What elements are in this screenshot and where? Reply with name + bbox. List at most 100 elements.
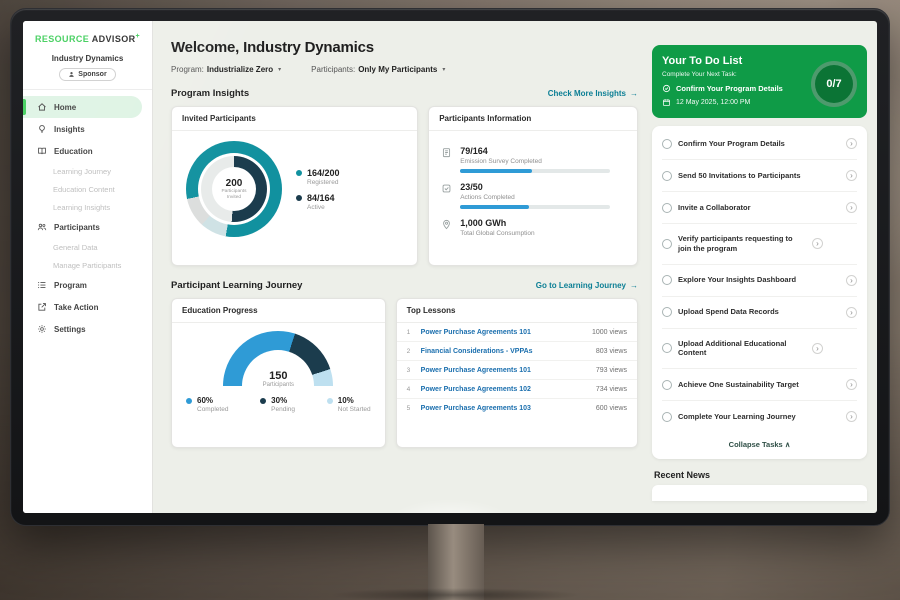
sidebar-item-label: Education [54,147,93,156]
lesson-row[interactable]: 2 Financial Considerations - VPPAs 803 v… [397,342,637,361]
lesson-rank: 4 [407,386,414,393]
sidebar-item-education[interactable]: Education [23,140,152,162]
chevron-right-icon[interactable]: › [812,238,823,249]
info-row: 79/164 Emission Survey Completed [441,146,625,173]
participants-label: Participants: [311,65,355,74]
task-row[interactable]: Achieve One Sustainability Target › [662,369,857,401]
legend-value: 30% [271,396,287,405]
arrow-right-icon: → [630,89,638,98]
lesson-link[interactable]: Power Purchase Agreements 103 [421,405,589,412]
sidebar-item-label: Home [54,103,76,112]
donut-center-value: 200 [226,178,243,189]
sidebar-item-participants[interactable]: Participants [23,216,152,238]
info-row: 23/50 Actions Completed [441,182,625,209]
sponsor-badge-label: Sponsor [78,71,106,78]
legend-value: 84/164 [307,193,335,203]
task-checkbox[interactable] [662,139,672,149]
check-more-insights-link[interactable]: Check More Insights → [548,89,638,98]
sidebar-item-learning-insights[interactable]: Learning Insights [23,198,152,216]
lesson-views: 734 views [596,386,627,393]
lesson-link[interactable]: Financial Considerations - VPPAs [421,348,589,355]
org-name: Industry Dynamics [23,54,152,63]
sidebar-item-settings[interactable]: Settings [23,318,152,340]
task-label: Verify participants requesting to join t… [678,234,806,254]
task-row[interactable]: Explore Your Insights Dashboard › [662,265,857,297]
task-checkbox[interactable] [662,203,672,213]
sidebar-item-label: Settings [54,325,86,334]
sponsor-badge[interactable]: Sponsor [59,68,115,81]
lesson-link[interactable]: Power Purchase Agreements 101 [421,329,585,336]
info-value: 79/164 [460,146,610,156]
collapse-tasks-link[interactable]: Collapse Tasks ∧ [662,432,857,455]
task-row[interactable]: Invite a Collaborator › [662,192,857,224]
chevron-right-icon[interactable]: › [846,307,857,318]
chevron-right-icon[interactable]: › [846,379,857,390]
lesson-rank: 2 [407,348,414,355]
chevron-right-icon[interactable]: › [812,343,823,354]
donut-center: 200 Participants Invited [212,167,256,211]
task-label: Complete Your Learning Journey [678,412,840,422]
sidebar-item-learning-journey[interactable]: Learning Journey [23,162,152,180]
legend-value: 60% [197,396,213,405]
legend-label: Active [307,204,340,211]
logo-plus: + [136,33,141,40]
go-to-learning-journey-link[interactable]: Go to Learning Journey → [536,281,638,290]
book-icon [37,146,47,156]
lesson-link[interactable]: Power Purchase Agreements 102 [421,386,589,393]
task-checkbox[interactable] [662,343,672,353]
insights-cards-row: Invited Participants 200 Participants In… [171,106,638,266]
task-checkbox[interactable] [662,412,672,422]
section-title: Participant Learning Journey [171,280,302,291]
task-row[interactable]: Send 50 Invitations to Participants › [662,160,857,192]
sidebar-item-manage-participants[interactable]: Manage Participants [23,256,152,274]
lesson-row[interactable]: 5 Power Purchase Agreements 103 600 view… [397,399,637,417]
chevron-right-icon[interactable]: › [846,275,857,286]
task-checkbox[interactable] [662,171,672,181]
task-row[interactable]: Upload Additional Educational Content › [662,329,857,370]
lesson-link[interactable]: Power Purchase Agreements 101 [421,367,589,374]
todo-due-label: 12 May 2025, 12:00 PM [676,99,750,106]
sidebar-item-take-action[interactable]: Take Action [23,296,152,318]
task-row[interactable]: Verify participants requesting to join t… [662,224,857,265]
page-title: Welcome, Industry Dynamics [171,39,638,56]
chevron-right-icon[interactable]: › [846,170,857,181]
lesson-row[interactable]: 1 Power Purchase Agreements 101 1000 vie… [397,323,637,342]
gauge-center: 150 Participants [223,370,333,388]
sidebar-item-education-content[interactable]: Education Content [23,180,152,198]
legend-item: 164/200 Registered [296,168,340,186]
task-checkbox[interactable] [662,307,672,317]
program-value: Industrialize Zero [207,65,273,74]
gauge-center-label: Participants [223,382,333,388]
sidebar-item-label: Manage Participants [53,261,121,270]
task-row[interactable]: Confirm Your Program Details › [662,128,857,160]
task-checkbox[interactable] [662,380,672,390]
learning-cards-row: Education Progress 150 Participants [171,298,638,448]
card-title: Education Progress [172,299,385,323]
survey-icon [441,147,452,158]
program-select[interactable]: Program: Industrialize Zero ▾ [171,65,281,74]
sidebar-item-home[interactable]: Home [23,96,142,118]
task-row[interactable]: Upload Spend Data Records › [662,297,857,329]
info-value: 1,000 GWh [460,218,534,228]
chevron-right-icon[interactable]: › [846,411,857,422]
task-row[interactable]: Complete Your Learning Journey › [662,401,857,432]
chevron-right-icon[interactable]: › [846,138,857,149]
location-pin-icon [441,219,452,230]
list-icon [37,280,47,290]
people-icon [37,222,47,232]
task-label: Invite a Collaborator [678,203,840,213]
lesson-row[interactable]: 3 Power Purchase Agreements 101 793 view… [397,361,637,380]
sidebar-item-general-data[interactable]: General Data [23,238,152,256]
chevron-right-icon[interactable]: › [846,202,857,213]
bulb-icon [37,124,47,134]
participants-select[interactable]: Participants: Only My Participants ▾ [311,65,445,74]
sidebar-item-insights[interactable]: Insights [23,118,152,140]
todo-progress-ring[interactable]: 0/7 [811,61,857,107]
task-checkbox[interactable] [662,275,672,285]
sidebar-item-program[interactable]: Program [23,274,152,296]
main-content: Welcome, Industry Dynamics Program: Indu… [153,21,652,513]
link-label: Check More Insights [548,89,626,98]
chevron-down-icon: ▾ [278,66,281,73]
task-checkbox[interactable] [662,239,672,249]
lesson-row[interactable]: 4 Power Purchase Agreements 102 734 view… [397,380,637,399]
